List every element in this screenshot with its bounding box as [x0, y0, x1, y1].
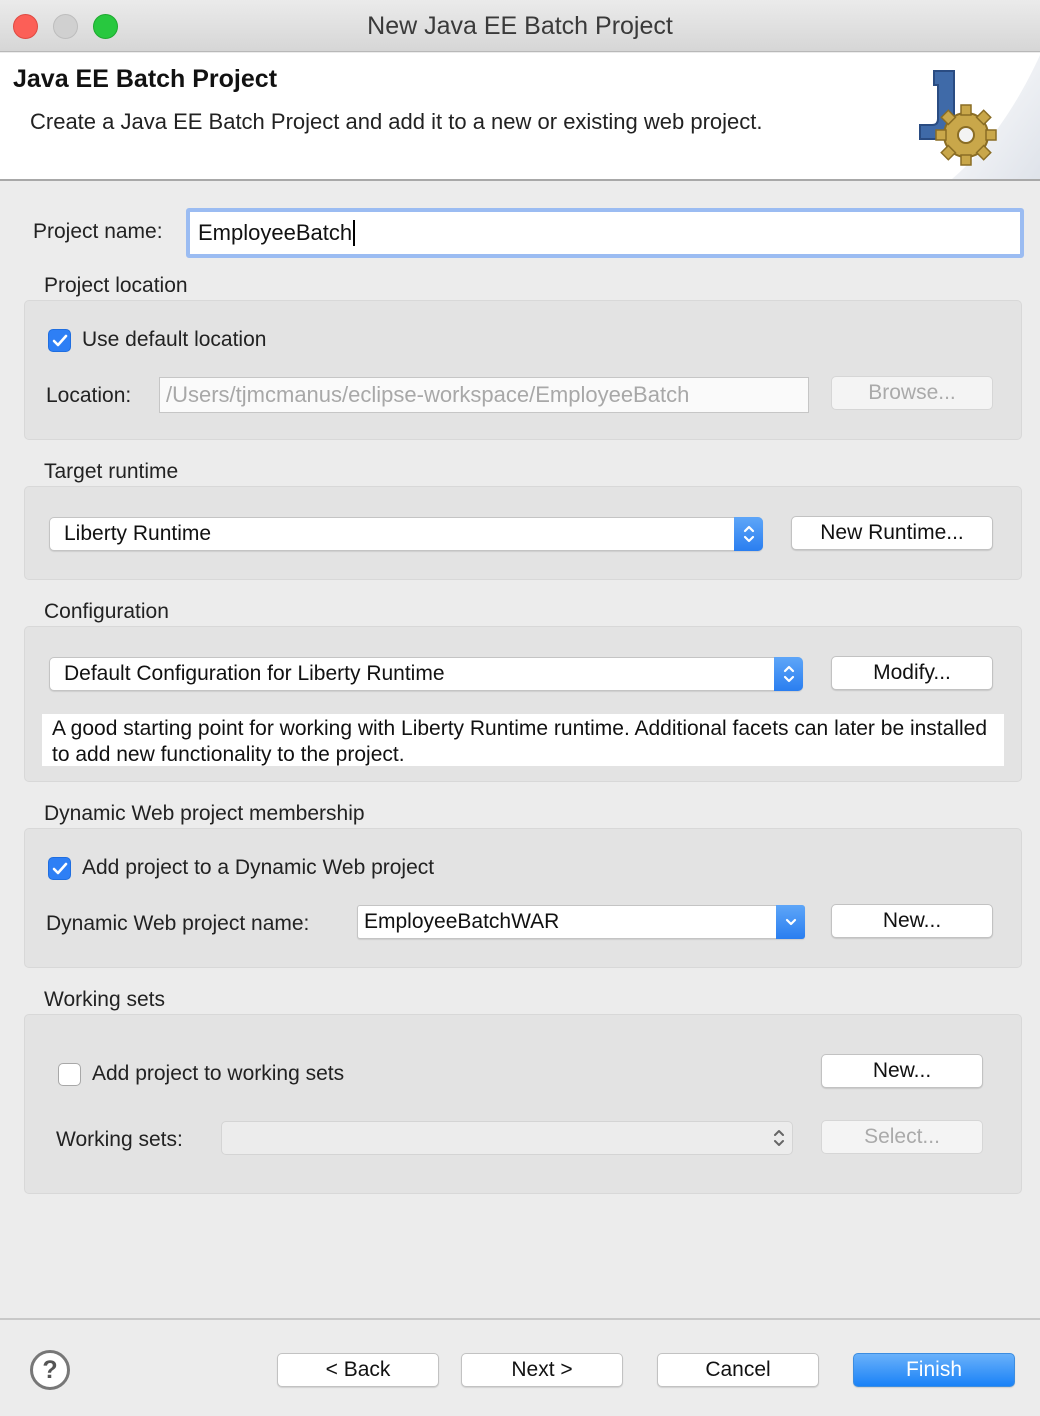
add-to-working-sets-checkbox[interactable] [58, 1063, 81, 1086]
wizard-title: Java EE Batch Project [13, 65, 278, 93]
use-default-location-label[interactable]: Use default location [82, 328, 266, 352]
project-name-input[interactable]: EmployeeBatch [186, 208, 1024, 258]
new-runtime-button[interactable]: New Runtime... [791, 516, 993, 550]
new-working-set-button[interactable]: New... [821, 1054, 983, 1088]
project-location-group-label: Project location [44, 274, 188, 297]
working-sets-label: Working sets: [56, 1128, 183, 1151]
new-web-project-button[interactable]: New... [831, 904, 993, 938]
target-runtime-select[interactable]: Liberty Runtime [49, 517, 763, 551]
browse-button: Browse... [831, 376, 993, 410]
updown-chevron-icon [774, 657, 803, 691]
configuration-select[interactable]: Default Configuration for Liberty Runtim… [49, 657, 803, 691]
web-project-name-label: Dynamic Web project name: [46, 912, 310, 935]
chevron-down-icon[interactable] [776, 905, 805, 939]
configuration-description: A good starting point for working with L… [42, 714, 1004, 766]
wizard-description: Create a Java EE Batch Project and add i… [30, 109, 763, 134]
window-titlebar: New Java EE Batch Project [0, 0, 1040, 52]
cancel-button[interactable]: Cancel [657, 1353, 819, 1387]
wizard-header: Java EE Batch Project Create a Java EE B… [0, 53, 1040, 181]
target-runtime-group-label: Target runtime [44, 460, 179, 483]
add-to-web-project-label[interactable]: Add project to a Dynamic Web project [82, 856, 434, 880]
modify-button[interactable]: Modify... [831, 656, 993, 690]
checkmark-icon [52, 334, 67, 346]
select-working-sets-button: Select... [821, 1120, 983, 1154]
checkmark-icon [52, 862, 67, 874]
footer-separator [0, 1318, 1040, 1320]
add-to-web-project-checkbox[interactable] [48, 857, 71, 880]
working-sets-group-label: Working sets [44, 988, 165, 1011]
help-icon[interactable]: ? [30, 1350, 70, 1390]
text-caret [353, 220, 356, 246]
location-label: Location: [46, 384, 132, 407]
next-button[interactable]: Next > [461, 1353, 623, 1387]
target-runtime-value: Liberty Runtime [64, 522, 212, 545]
project-location-group [24, 300, 1022, 440]
project-name-label: Project name: [33, 220, 163, 243]
working-sets-select [221, 1121, 793, 1155]
finish-button[interactable]: Finish [853, 1353, 1015, 1387]
use-default-location-checkbox[interactable] [48, 329, 71, 352]
back-button[interactable]: < Back [277, 1353, 439, 1387]
java-batch-wizard-icon [919, 55, 1040, 179]
web-project-name-value: EmployeeBatchWAR [364, 910, 560, 933]
configuration-group-label: Configuration [44, 600, 169, 623]
web-membership-group-label: Dynamic Web project membership [44, 802, 365, 825]
web-membership-group [24, 828, 1022, 968]
updown-chevron-icon [764, 1121, 793, 1155]
location-input: /Users/tjmcmanus/eclipse-workspace/Emplo… [159, 377, 809, 413]
configuration-value: Default Configuration for Liberty Runtim… [64, 662, 445, 685]
updown-chevron-icon [734, 517, 763, 551]
project-name-value: EmployeeBatch [198, 220, 353, 245]
window-title: New Java EE Batch Project [367, 12, 673, 40]
working-sets-group [24, 1014, 1022, 1194]
web-project-name-combo[interactable]: EmployeeBatchWAR [357, 905, 805, 939]
add-to-working-sets-label[interactable]: Add project to working sets [92, 1062, 344, 1086]
